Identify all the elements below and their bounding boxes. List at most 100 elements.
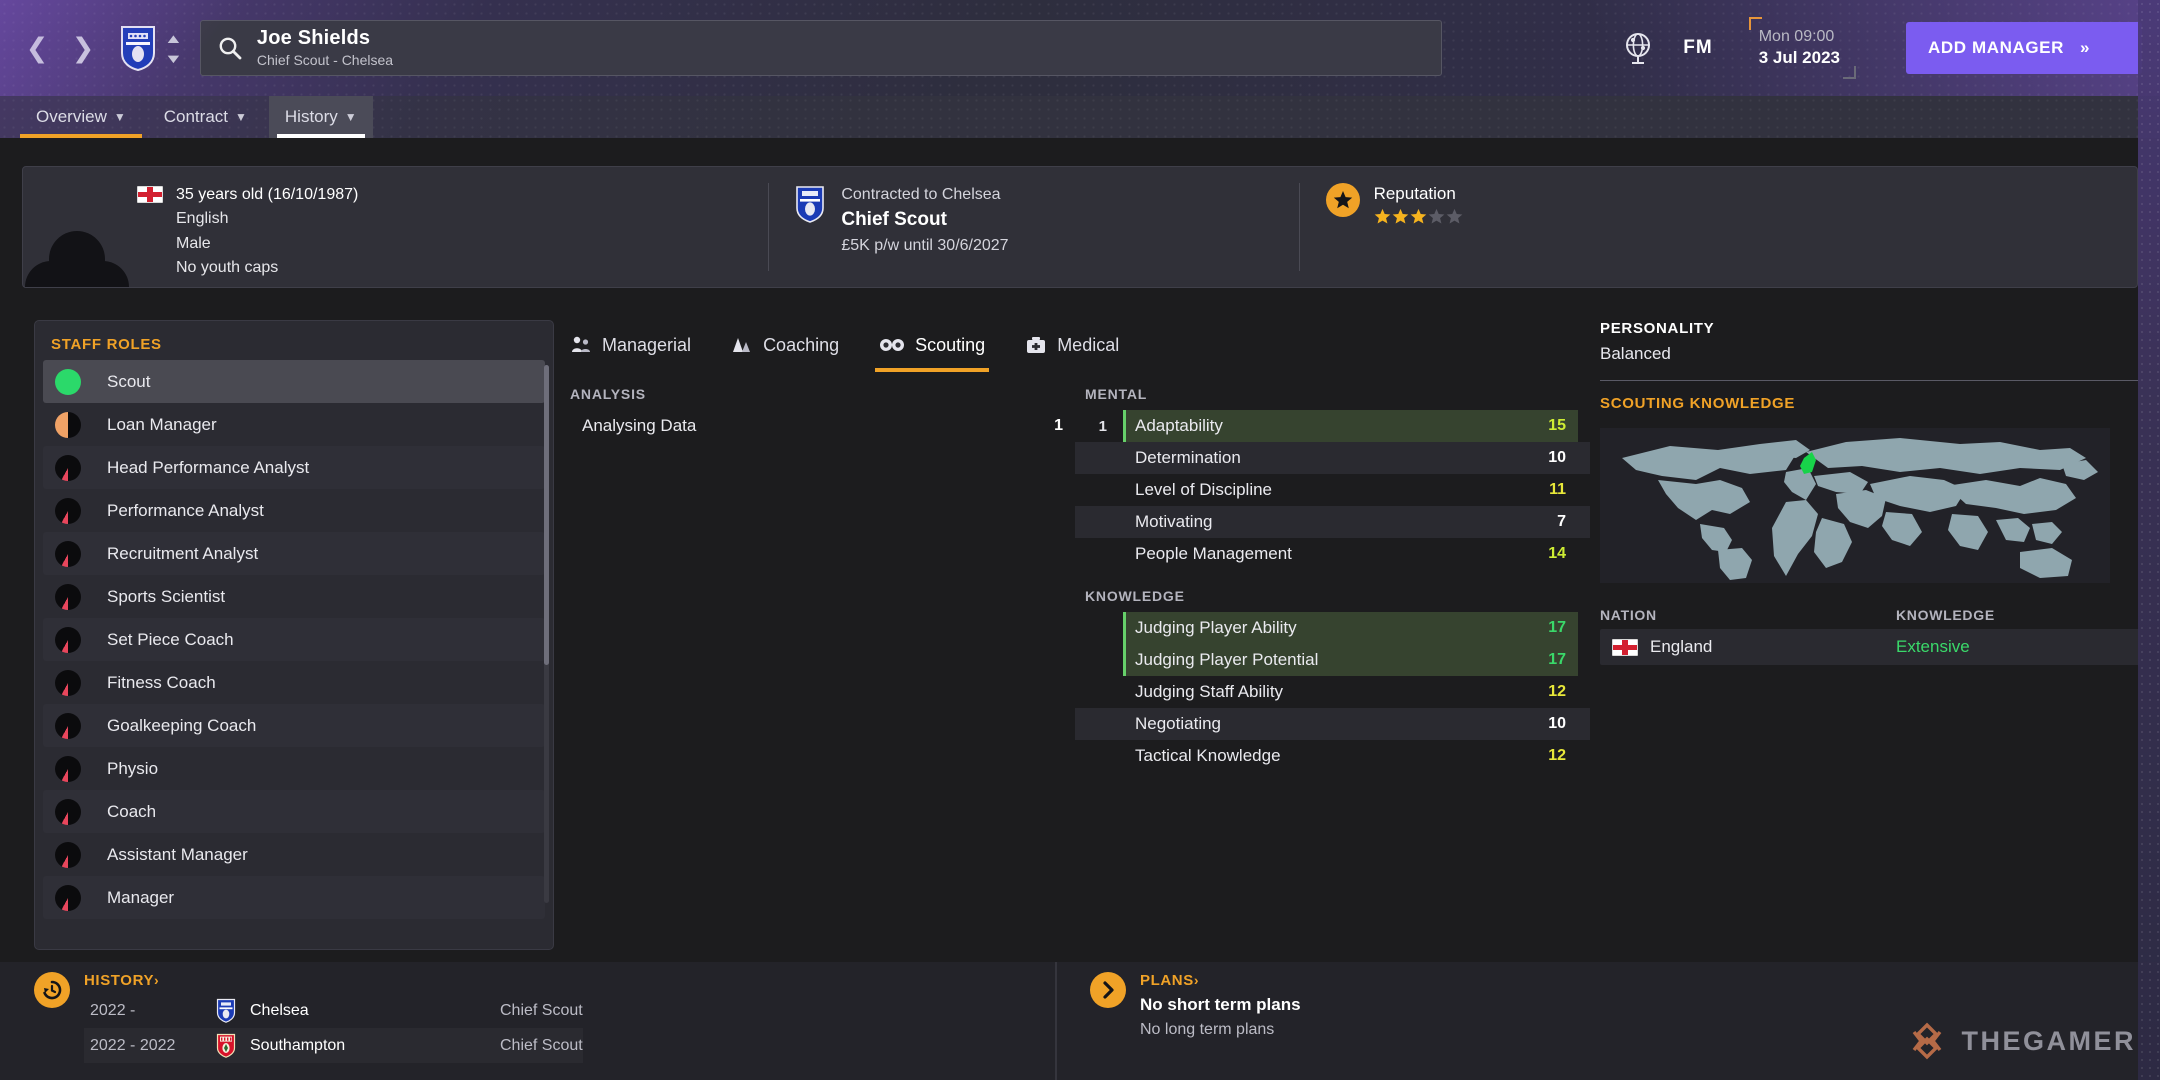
staff-role-item[interactable]: Assistant Manager — [43, 833, 545, 876]
attribute-tab-scouting[interactable]: Scouting — [875, 326, 990, 372]
plans-label: PLANS — [1140, 972, 1194, 989]
attribute-tab-managerial[interactable]: Managerial — [570, 326, 691, 372]
reputation-block: Reputation — [1300, 167, 1463, 287]
attribute-body: Judging Staff Ability 12 — [1123, 676, 1578, 708]
add-manager-button[interactable]: ADD MANAGER » — [1906, 22, 2142, 74]
role-suitability-icon — [55, 454, 81, 481]
chelsea-crest-icon — [216, 998, 250, 1023]
game-clock[interactable]: Mon 09:00 3 Jul 2023 — [1748, 16, 1866, 80]
attribute-name: People Management — [1135, 544, 1292, 563]
staff-role-item[interactable]: Fitness Coach — [43, 661, 545, 704]
attribute-body: Tactical Knowledge 12 — [1123, 740, 1578, 772]
attribute-tab-label: Managerial — [602, 334, 692, 355]
club-crest-icon[interactable] — [120, 25, 156, 71]
attribute-value: 1 — [1054, 417, 1063, 434]
plans-arrow: › — [1193, 972, 1200, 988]
history-section: HISTORY› 2022 - Chelsea Chief Scout 2022 - … — [34, 972, 583, 1063]
staff-role-item[interactable]: Recruitment Analyst — [43, 532, 545, 575]
nav-tab-overview[interactable]: Overview ▼ — [20, 96, 142, 138]
nav-tab-bar: Overview ▼ Contract ▼ History ▼ — [0, 96, 2160, 138]
attribute-body: Analysing Data 1 — [570, 410, 1063, 442]
star-filled-icon — [1392, 208, 1408, 224]
chevron-right-circle-icon[interactable] — [1090, 972, 1126, 1008]
fm-staff-profile-screen: ❮ ❯ ▲ ▼ Joe Shields Chief Scout - Chelse… — [0, 0, 2160, 1080]
history-arrow: › — [154, 972, 160, 988]
southampton-crest-icon — [216, 1033, 250, 1058]
staff-roles-title: STAFF ROLES — [51, 336, 162, 353]
staff-role-item[interactable]: Goalkeeping Coach — [43, 704, 545, 747]
role-suitability-icon — [55, 798, 81, 825]
attribute-body: People Management 14 — [1123, 538, 1578, 570]
nav-tab-contract[interactable]: Contract ▼ — [148, 96, 263, 138]
attribute-tab-coaching[interactable]: Coaching — [731, 326, 839, 372]
knowledge-level: Extensive — [1896, 637, 1970, 656]
nav-tab-history[interactable]: History ▼ — [268, 96, 373, 138]
forward-button[interactable]: ❯ — [60, 22, 106, 74]
role-suitability-icon — [55, 368, 81, 395]
history-clock-icon[interactable] — [34, 972, 70, 1008]
clock-time: Mon 09:00 — [1758, 27, 1835, 45]
history-link[interactable]: HISTORY› — [84, 972, 583, 989]
search-person-subtitle: Chief Scout - Chelsea — [256, 52, 394, 69]
staff-role-item[interactable]: Physio — [43, 747, 545, 790]
staff-role-item[interactable]: Sports Scientist — [43, 575, 545, 618]
attribute-row: Determination 10 — [1075, 442, 1590, 474]
attribute-body: Adaptability 15 — [1123, 410, 1578, 442]
staff-role-item[interactable]: Scout — [43, 360, 545, 403]
staff-role-label: Recruitment Analyst — [107, 543, 259, 563]
history-row[interactable]: 2022 - 2022 Southampton Chief Scout — [84, 1028, 583, 1063]
bio-nationality: English — [176, 210, 229, 228]
long-term-plans: No long term plans — [1140, 1020, 1275, 1038]
star-empty-icon — [1446, 208, 1462, 224]
divider — [1055, 962, 1057, 1080]
attribute-body: Negotiating 10 — [1123, 708, 1578, 740]
nav-tab-label: History — [284, 107, 338, 126]
england-flag-icon — [137, 186, 163, 203]
history-club: Southampton — [250, 1036, 346, 1054]
mental-knowledge-column: MENTAL 1 Adaptability 15 Determination 10 Lev… — [1075, 386, 1590, 772]
staff-role-item[interactable]: Performance Analyst — [43, 489, 545, 532]
staff-role-label: Coach — [107, 801, 157, 821]
staff-role-item[interactable]: Coach — [43, 790, 545, 833]
thegamer-logo-icon — [1912, 1022, 1941, 1060]
plans-link[interactable]: PLANS› — [1140, 972, 1301, 989]
staff-role-label: Fitness Coach — [107, 672, 216, 692]
staff-role-item[interactable]: Loan Manager — [43, 403, 545, 446]
chevron-left-icon: ❮ — [25, 32, 49, 63]
chevron-down-icon: ▼ — [163, 50, 184, 66]
attribute-tab-medical[interactable]: Medical — [1025, 326, 1119, 372]
staff-roles-scrollbar[interactable] — [544, 365, 549, 903]
staff-role-label: Head Performance Analyst — [107, 457, 310, 477]
globe-icon[interactable] — [1619, 29, 1657, 67]
attribute-rank: 1 — [1098, 417, 1107, 435]
staff-role-item[interactable]: Manager — [43, 876, 545, 919]
role-suitability-icon — [55, 540, 81, 567]
bio-caps: No youth caps — [176, 258, 279, 276]
attribute-row: Judging Player Ability 17 — [1075, 612, 1590, 644]
search-input[interactable]: Joe Shields Chief Scout - Chelsea — [199, 20, 1442, 76]
double-chevron-right-icon: » — [2079, 38, 2091, 57]
reputation-label: Reputation — [1373, 184, 1456, 203]
attribute-name: Negotiating — [1135, 714, 1222, 733]
attribute-value: 14 — [1548, 545, 1566, 562]
staff-role-item[interactable]: Head Performance Analyst — [43, 446, 545, 489]
attribute-value: 17 — [1548, 651, 1566, 668]
star-empty-icon — [1428, 208, 1444, 224]
attribute-row: 1 Adaptability 15 — [1075, 410, 1590, 442]
history-row[interactable]: 2022 - Chelsea Chief Scout — [84, 993, 583, 1028]
clock-date: 3 Jul 2023 — [1758, 48, 1840, 68]
scouting-knowledge-row[interactable]: England Extensive — [1600, 629, 2140, 665]
attribute-value: 10 — [1548, 449, 1566, 466]
attribute-value: 12 — [1548, 747, 1566, 764]
fm-logo[interactable]: FM — [1683, 37, 1712, 59]
record-spinner[interactable]: ▲ ▼ — [163, 32, 184, 66]
staff-role-item[interactable]: Set Piece Coach — [43, 618, 545, 661]
clock-corner-top-left — [1748, 16, 1762, 30]
back-button[interactable]: ❮ — [14, 22, 60, 74]
attribute-name: Judging Player Ability — [1135, 618, 1297, 637]
clock-corner-bottom-right — [1843, 66, 1856, 80]
role-suitability-icon — [55, 411, 81, 438]
attribute-row: Negotiating 10 — [1075, 708, 1590, 740]
attribute-body: Level of Discipline 11 — [1123, 474, 1578, 506]
attribute-tab-label: Medical — [1057, 334, 1120, 355]
